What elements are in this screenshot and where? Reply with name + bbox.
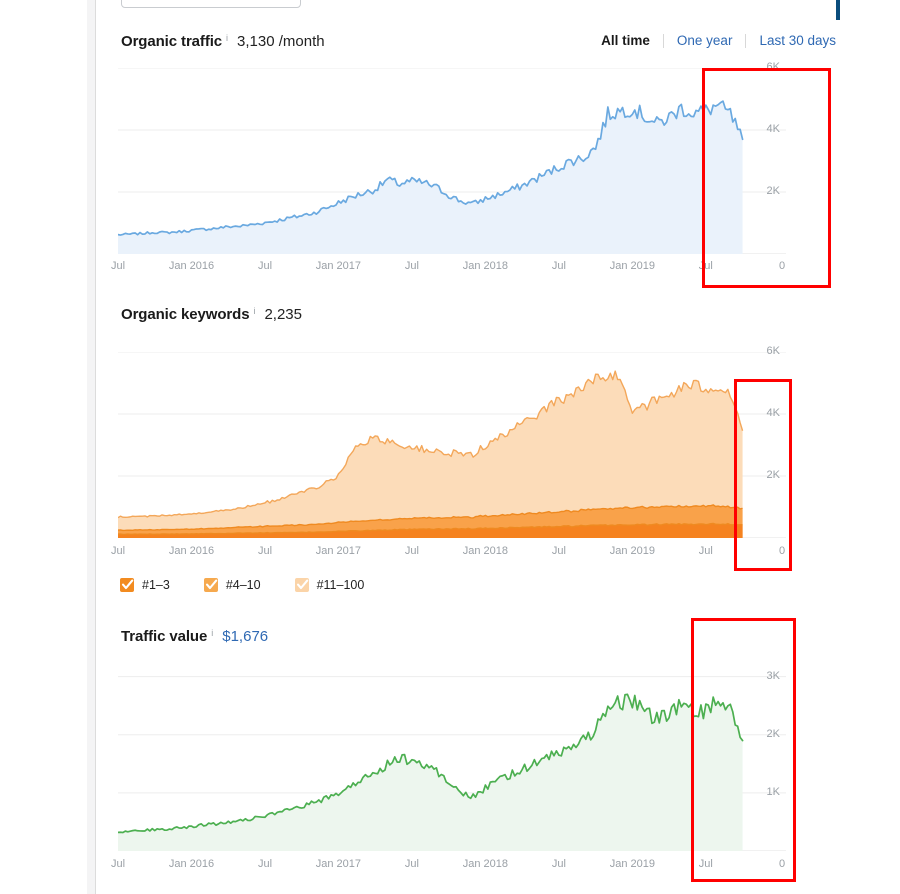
info-icon[interactable]: i bbox=[226, 33, 228, 43]
y-axis-tick: 4K bbox=[766, 407, 780, 419]
x-axis-tick: Jul bbox=[551, 858, 566, 870]
x-axis-tick: Jan 2019 bbox=[609, 858, 656, 870]
x-axis-tick: Jul bbox=[551, 545, 566, 557]
y-axis-tick: 2K bbox=[766, 185, 780, 197]
organic-traffic-header: Organic traffic i 3,130 /month bbox=[121, 33, 325, 50]
info-icon[interactable]: i bbox=[253, 306, 255, 316]
vertical-scrollbar-thumb[interactable] bbox=[836, 0, 840, 20]
left-gutter bbox=[0, 0, 87, 894]
legend-item-11-100[interactable]: #11–100 bbox=[294, 578, 365, 592]
organic-keywords-xaxis: Jul Jan 2016 Jul Jan 2017 Jul Jan 2018 Jul Jan … bbox=[111, 545, 786, 561]
x-axis-tick: Jan 2017 bbox=[315, 545, 362, 557]
x-axis-tick: Jul bbox=[404, 545, 419, 557]
x-axis-tick: Jul bbox=[404, 260, 419, 272]
x-axis-tick: Jan 2016 bbox=[168, 260, 215, 272]
legend-label: #1–3 bbox=[142, 578, 170, 592]
x-axis-tick: Jan 2019 bbox=[609, 260, 656, 272]
organic-traffic-value: 3,130 /month bbox=[237, 33, 325, 50]
traffic-value-title: Traffic value bbox=[121, 628, 208, 645]
y-axis-tick: 6K bbox=[766, 61, 780, 73]
range-tab-one-year[interactable]: One year bbox=[664, 33, 746, 48]
traffic-value-amount: $1,676 bbox=[222, 628, 269, 645]
organic-traffic-title: Organic traffic bbox=[121, 33, 223, 50]
y-axis-tick-zero: 0 bbox=[778, 545, 786, 557]
traffic-value-chart[interactable] bbox=[118, 665, 786, 851]
traffic-value-header: Traffic value i $1,676 bbox=[121, 628, 268, 645]
traffic-value-xaxis: Jul Jan 2016 Jul Jan 2017 Jul Jan 2018 Jul Jan … bbox=[111, 858, 786, 874]
y-axis-tick-zero: 0 bbox=[778, 858, 786, 870]
x-axis-tick: Jan 2018 bbox=[462, 545, 509, 557]
time-range-filter: All time One year Last 30 days bbox=[588, 33, 836, 48]
organic-keywords-chart[interactable] bbox=[118, 352, 786, 538]
x-axis-tick: Jul bbox=[404, 858, 419, 870]
x-axis-tick: Jul bbox=[257, 545, 273, 557]
y-axis-tick: 3K bbox=[766, 669, 780, 682]
y-axis-tick: 2K bbox=[766, 727, 780, 740]
x-axis-tick: Jul bbox=[698, 260, 713, 272]
organic-keywords-title: Organic keywords bbox=[121, 306, 250, 323]
legend-item-1-3[interactable]: #1–3 bbox=[120, 578, 170, 592]
x-axis-tick: Jul bbox=[698, 858, 713, 870]
x-axis-tick: Jan 2018 bbox=[462, 260, 509, 272]
y-axis-tick: 6K bbox=[766, 345, 780, 357]
organic-keywords-value: 2,235 bbox=[264, 306, 302, 323]
x-axis-tick: Jan 2018 bbox=[462, 858, 509, 870]
x-axis-tick: Jul bbox=[257, 858, 273, 870]
page-root: Organic traffic i 3,130 /month All time … bbox=[0, 0, 900, 894]
legend-item-4-10[interactable]: #4–10 bbox=[203, 578, 261, 592]
x-axis-tick: Jul bbox=[257, 260, 273, 272]
x-axis-tick: Jan 2017 bbox=[315, 260, 362, 272]
x-axis-tick: Jan 2016 bbox=[168, 858, 215, 870]
y-axis-tick: 4K bbox=[766, 123, 780, 135]
x-axis-tick: Jul bbox=[551, 260, 566, 272]
checkbox-checked-icon[interactable] bbox=[203, 578, 218, 592]
checkbox-checked-icon[interactable] bbox=[294, 578, 309, 592]
range-tab-last-30-days[interactable]: Last 30 days bbox=[746, 33, 836, 48]
range-tab-all-time[interactable]: All time bbox=[588, 33, 663, 48]
x-axis-tick: Jul bbox=[698, 545, 713, 557]
legend-label: #4–10 bbox=[225, 578, 261, 592]
x-axis-tick: Jul bbox=[110, 260, 126, 272]
search-input-partial[interactable] bbox=[121, 0, 301, 8]
x-axis-tick: Jan 2016 bbox=[168, 545, 215, 557]
legend-label: #11–100 bbox=[316, 578, 365, 592]
y-axis-tick: 2K bbox=[766, 469, 780, 481]
right-gutter bbox=[836, 0, 900, 894]
x-axis-tick: Jan 2017 bbox=[315, 858, 362, 870]
checkbox-checked-icon[interactable] bbox=[120, 578, 134, 592]
info-icon[interactable]: i bbox=[211, 628, 213, 638]
y-axis-tick-zero: 0 bbox=[778, 260, 786, 272]
x-axis-tick: Jan 2019 bbox=[609, 545, 656, 557]
left-rail bbox=[87, 0, 95, 894]
x-axis-tick: Jul bbox=[110, 858, 126, 870]
y-axis-tick: 1K bbox=[766, 785, 780, 798]
x-axis-tick: Jul bbox=[110, 545, 126, 557]
organic-traffic-chart[interactable] bbox=[118, 68, 786, 254]
organic-keywords-legend: #1–3 #4–10 #11–100 bbox=[120, 578, 398, 592]
organic-keywords-header: Organic keywords i 2,235 bbox=[121, 306, 302, 323]
organic-traffic-xaxis: Jul Jan 2016 Jul Jan 2017 Jul Jan 2018 Jul Jan … bbox=[111, 260, 786, 276]
